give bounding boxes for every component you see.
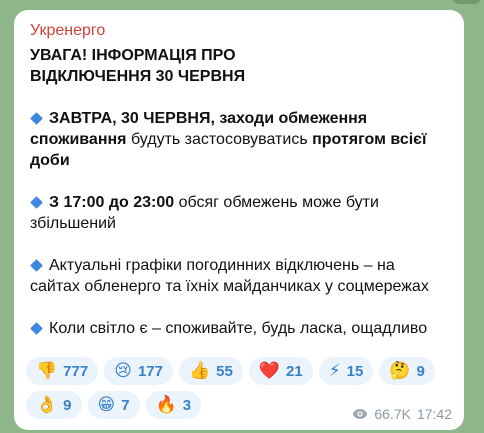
reaction-lightning[interactable]: ⚡ 15 — [318, 357, 374, 385]
eye-icon — [353, 409, 368, 419]
reaction-thinking[interactable]: 🤔 9 — [379, 357, 435, 385]
fire-icon: 🔥 — [155, 395, 177, 415]
lightning-icon: ⚡ — [328, 361, 341, 381]
paragraph-3: Актуальні графіки погодинних відключень … — [30, 257, 429, 295]
scroll-down-button[interactable] — [452, 0, 482, 4]
blue-diamond-icon — [30, 195, 43, 209]
message-time: 17:42 — [416, 406, 452, 422]
view-count: 66.7K — [374, 406, 411, 422]
ok-hand-icon: 👌 — [36, 395, 58, 415]
crying-face-icon: 😢 — [114, 361, 132, 381]
thumbs-down-icon: 👎 — [36, 361, 58, 381]
blue-diamond-icon — [30, 111, 43, 125]
reactions-row-1: 👎 777 😢 177 👍 55 ❤️ 21 ⚡ 15 🤔 9 — [26, 357, 456, 385]
reaction-heart[interactable]: ❤️ 21 — [248, 357, 313, 385]
paragraph-4: Коли світло є – споживайте, будь ласка, … — [30, 318, 448, 339]
reaction-thumbs-up[interactable]: 👍 55 — [178, 357, 243, 385]
blue-diamond-icon — [30, 258, 43, 272]
message-bubble: Укренерго УВАГА! ІНФОРМАЦІЯ ПРО ВІДКЛЮЧЕ… — [14, 10, 464, 430]
reaction-fire[interactable]: 🔥 3 — [145, 391, 202, 419]
reaction-thumbs-down[interactable]: 👎 777 — [26, 357, 99, 385]
blue-diamond-icon — [30, 321, 43, 335]
reaction-grin[interactable]: 😁 7 — [87, 391, 140, 419]
reaction-crying[interactable]: 😢 177 — [104, 357, 173, 385]
reaction-ok-hand[interactable]: 👌 9 — [26, 391, 82, 419]
sender-name[interactable]: Укренерго — [30, 22, 448, 40]
paragraph-2: З 17:00 до 23:00 обсяг обмежень може бут… — [30, 194, 379, 232]
message-title: УВАГА! ІНФОРМАЦІЯ ПРО ВІДКЛЮЧЕННЯ 30 ЧЕР… — [30, 47, 246, 85]
thinking-face-icon: 🤔 — [389, 361, 411, 381]
paragraph-1: ЗАВТРА, 30 ЧЕРВНЯ, заходи обмеження спож… — [30, 110, 427, 169]
message-meta: 66.7K 17:42 — [352, 406, 452, 422]
thumbs-up-icon: 👍 — [188, 361, 211, 381]
heart-icon: ❤️ — [258, 361, 280, 381]
grinning-face-icon: 😁 — [97, 395, 116, 415]
